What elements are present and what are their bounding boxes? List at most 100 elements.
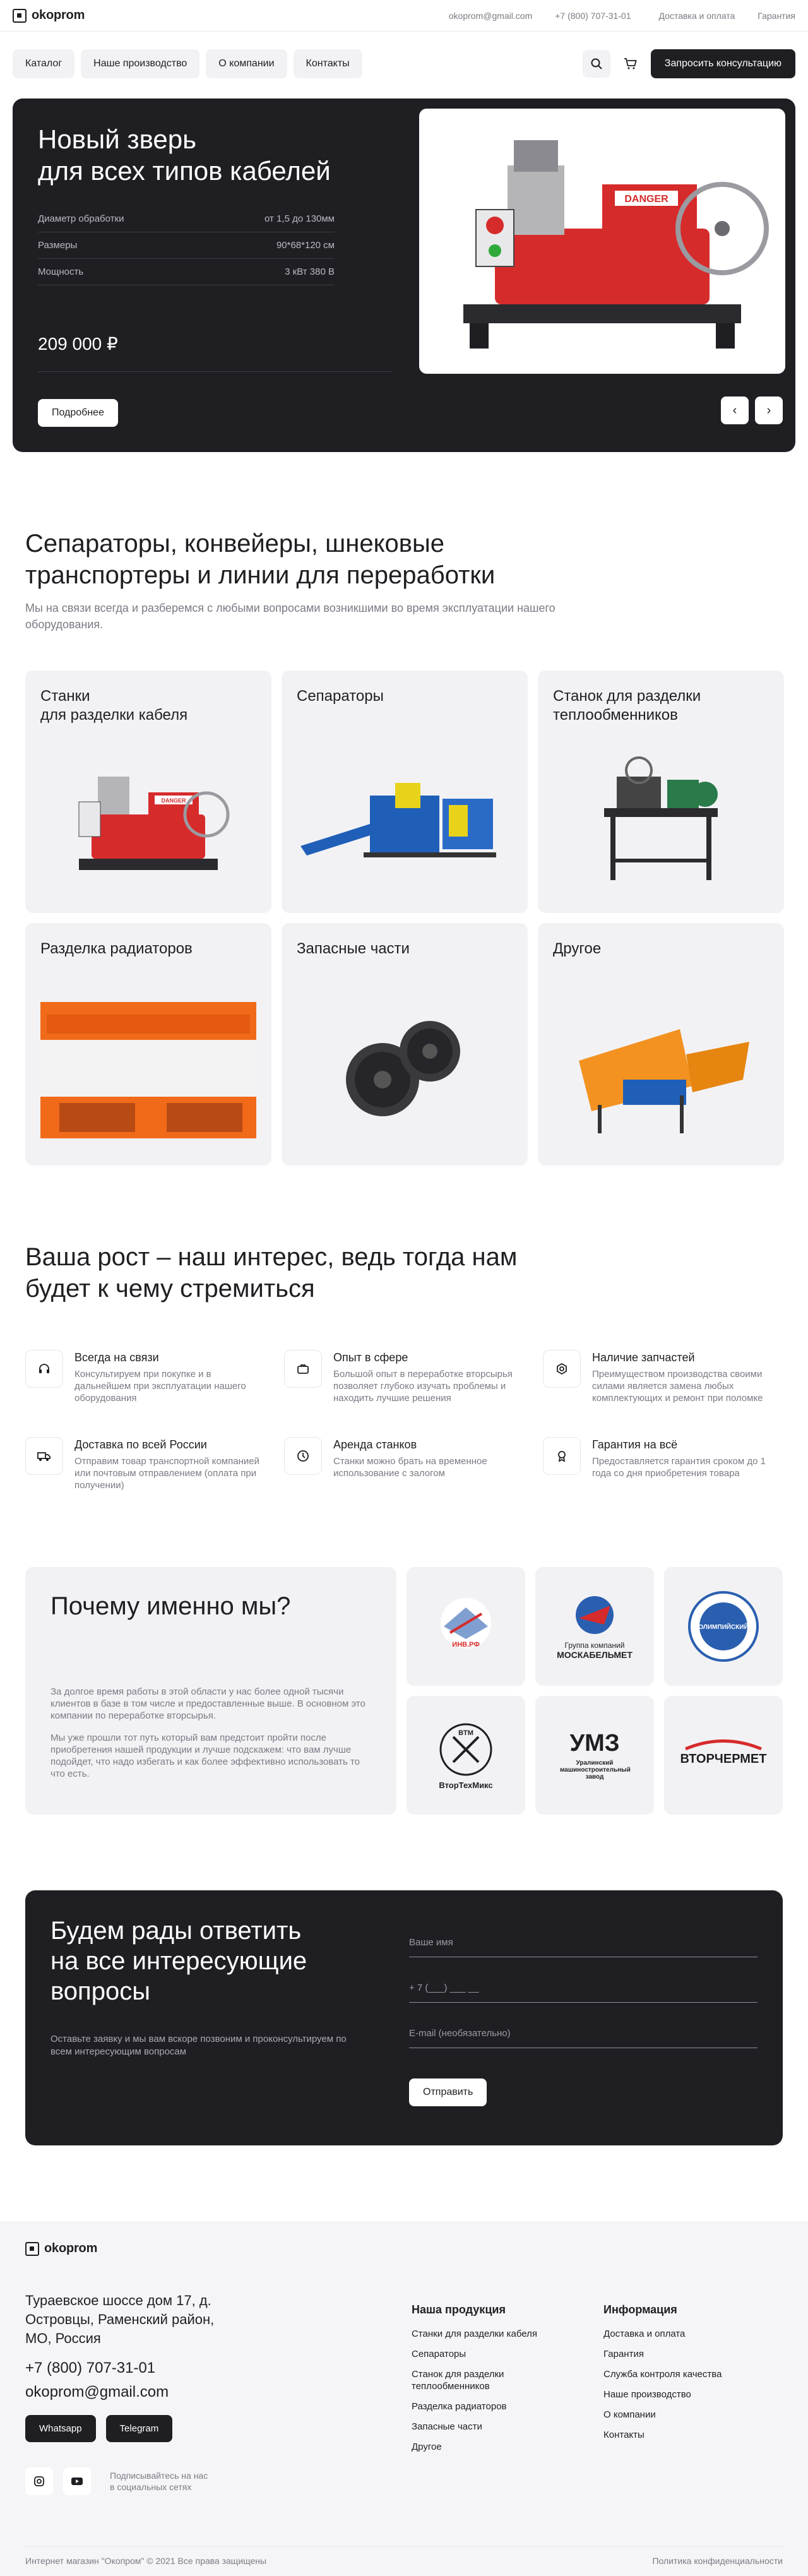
- category-image: DANGER: [40, 745, 256, 890]
- category-card-radiators[interactable]: Разделка радиаторов: [25, 923, 271, 1166]
- briefcase-icon: [284, 1350, 322, 1388]
- prev-slide-button[interactable]: ‹: [721, 397, 749, 424]
- partner-logo: BTM ВторТехМикс: [407, 1696, 525, 1815]
- feature-text: Станки можно брать на временное использо…: [333, 1456, 487, 1479]
- header-email[interactable]: okoprom@gmail.com: [449, 11, 532, 21]
- category-card-cable[interactable]: Станки для разделки кабеля DANGER: [25, 671, 271, 913]
- footer-logo[interactable]: okoprom: [25, 2241, 783, 2256]
- header-link-delivery[interactable]: Доставка и оплата: [659, 11, 735, 21]
- header-logo[interactable]: okoprom: [13, 8, 85, 23]
- main-nav: Каталог Наше производство О компании Кон…: [0, 49, 808, 78]
- nav-item-production[interactable]: Наше производство: [81, 49, 200, 78]
- footer-link[interactable]: Контакты: [603, 2429, 742, 2441]
- top-bar-right: okoprom@gmail.com +7 (800) 707-31-01 Дос…: [449, 11, 795, 21]
- categories-title: Сепараторы, конвейеры, шнековые транспор…: [25, 530, 496, 589]
- partner-name: УМЗ: [569, 1730, 620, 1756]
- footer-link[interactable]: Разделка радиаторов: [412, 2400, 550, 2412]
- whatsapp-button[interactable]: Whatsapp: [25, 2415, 96, 2442]
- footer-link[interactable]: О компании: [603, 2409, 742, 2421]
- header-link-warranty[interactable]: Гарантия: [758, 11, 795, 21]
- category-card-heat-exchangers[interactable]: Станок для разделки теплообменников: [538, 671, 784, 913]
- next-slide-button[interactable]: ›: [755, 397, 783, 424]
- header-phone[interactable]: +7 (800) 707-31-01: [555, 11, 631, 21]
- category-title: Разделка радиаторов: [40, 940, 193, 957]
- spec-row: Размеры 90*68*120 см: [38, 232, 335, 259]
- footer-link[interactable]: Гарантия: [603, 2348, 742, 2360]
- search-button[interactable]: [582, 50, 610, 78]
- category-image: [297, 745, 513, 890]
- footer-link[interactable]: Запасные части: [412, 2421, 550, 2433]
- footer: okoprom Тураевское шоссе дом 17, д. Остр…: [0, 2221, 808, 2576]
- privacy-link[interactable]: Политика конфиденциальности: [652, 2556, 783, 2566]
- feature-text: Консультируем при покупке и в дальнейшем…: [74, 1369, 246, 1404]
- request-consultation-button[interactable]: Запросить консультацию: [650, 49, 795, 78]
- footer-link[interactable]: Станок для разделки теплообменников: [412, 2368, 550, 2392]
- email-field[interactable]: E-mail (необязательно): [409, 2028, 758, 2048]
- footer-info: Информация Доставка и оплата Гарантия Сл…: [603, 2303, 742, 2449]
- feature-item: Всегда на связи Консультируем при покупке…: [25, 1350, 265, 1404]
- headset-icon: [25, 1350, 63, 1388]
- footer-link[interactable]: Другое: [412, 2441, 550, 2453]
- name-field[interactable]: Ваше имя: [409, 1937, 758, 1957]
- feature-title: Доставка по всей России: [74, 1438, 207, 1451]
- partner-name: ВТОРЧЕРМЕТ: [680, 1752, 767, 1766]
- why-us-title: Почему именно мы?: [50, 1592, 291, 1620]
- send-button[interactable]: Отправить: [409, 2078, 487, 2106]
- spec-label: Диаметр обработки: [38, 213, 124, 224]
- footer-bottom: Интернет магазин "Окопром" © 2021 Все пр…: [25, 2546, 783, 2566]
- footer-link[interactable]: Доставка и оплата: [603, 2328, 742, 2340]
- top-bar: okoprom okoprom@gmail.com +7 (800) 707-3…: [0, 0, 808, 32]
- partners-grid: ИНВ.РФ Группа компаний МОСКАБЕЛЬМЕТ ОЛИМ…: [407, 1567, 783, 1815]
- features-section: Ваша рост – наш интерес, ведь тогда нам …: [0, 1241, 808, 1491]
- category-image: [553, 998, 769, 1143]
- nav-item-about[interactable]: О компании: [206, 49, 287, 78]
- cart-button[interactable]: [617, 50, 645, 78]
- partner-name: BTM: [458, 1729, 473, 1737]
- category-card-other[interactable]: Другое: [538, 923, 784, 1166]
- hero-more-button[interactable]: Подробнее: [38, 399, 118, 427]
- category-title: Станки для разделки кабеля: [40, 688, 188, 724]
- spec-value: 3 кВт 380 В: [285, 266, 335, 277]
- why-us-paragraph: Мы уже прошли тот путь который вам предс…: [50, 1732, 360, 1779]
- nav-item-contacts[interactable]: Контакты: [293, 49, 362, 78]
- partner-logo: Группа компаний МОСКАБЕЛЬМЕТ: [535, 1567, 654, 1686]
- hero-slider-arrows: ‹ ›: [721, 397, 783, 424]
- instagram-icon[interactable]: [25, 2467, 53, 2495]
- partner-logo: ВТОРЧЕРМЕТ: [664, 1696, 783, 1815]
- telegram-button[interactable]: Telegram: [105, 2415, 173, 2442]
- footer-link[interactable]: Станки для разделки кабеля: [412, 2328, 550, 2340]
- feature-item: Гарантия на всё Предоставляется гарантия …: [543, 1437, 783, 1491]
- footer-link[interactable]: Сепараторы: [412, 2348, 550, 2360]
- partner-name: МОСКАБЕЛЬМЕТ: [557, 1650, 633, 1660]
- hero-price: 209 000 ₽: [38, 334, 118, 354]
- spec-label: Мощность: [38, 266, 84, 277]
- category-card-separators[interactable]: Сепараторы: [282, 671, 528, 913]
- social-links: Подписывайтесь на нас в социальных сетях: [25, 2467, 783, 2495]
- footer-link[interactable]: Служба контроля качества: [603, 2368, 742, 2380]
- features-title: Ваша рост – наш интерес, ведь тогда нам …: [25, 1243, 518, 1303]
- feature-text: Отправим товар транспортной компанией ил…: [74, 1456, 259, 1491]
- feature-title: Гарантия на всё: [592, 1438, 678, 1451]
- search-icon: [591, 58, 602, 69]
- youtube-icon[interactable]: [63, 2467, 91, 2495]
- partner-name: ОЛИМПИЙСКИЙ: [698, 1623, 748, 1631]
- category-card-spare-parts[interactable]: Запасные части: [282, 923, 528, 1166]
- phone-field[interactable]: + 7 (___) ___ __: [409, 1983, 758, 2003]
- spec-label: Размеры: [38, 240, 78, 251]
- clock-icon: [284, 1437, 322, 1475]
- category-danger-label: DANGER: [161, 797, 186, 804]
- hero-specs: Диаметр обработки от 1,5 до 130мм Размеры…: [38, 206, 335, 285]
- hero-divider: [38, 371, 391, 372]
- footer-link[interactable]: Наше производство: [603, 2388, 742, 2400]
- feature-text: Большой опыт в переработке вторсырья поз…: [333, 1369, 513, 1404]
- partner-logo: ИНВ.РФ: [407, 1567, 525, 1686]
- footer-info-title: Информация: [603, 2303, 677, 2316]
- categories-section: Сепараторы, конвейеры, шнековые транспор…: [0, 528, 808, 1166]
- footer-products-title: Наша продукция: [412, 2303, 506, 2316]
- why-us-paragraph: За долгое время работы в этой области у …: [50, 1686, 365, 1721]
- nav-item-catalog[interactable]: Каталог: [13, 49, 75, 78]
- category-image: [297, 998, 513, 1143]
- partner-logo: ОЛИМПИЙСКИЙ: [664, 1567, 783, 1686]
- feature-title: Наличие запчастей: [592, 1351, 695, 1364]
- feature-text: Преимуществом производства своими силами…: [592, 1369, 763, 1404]
